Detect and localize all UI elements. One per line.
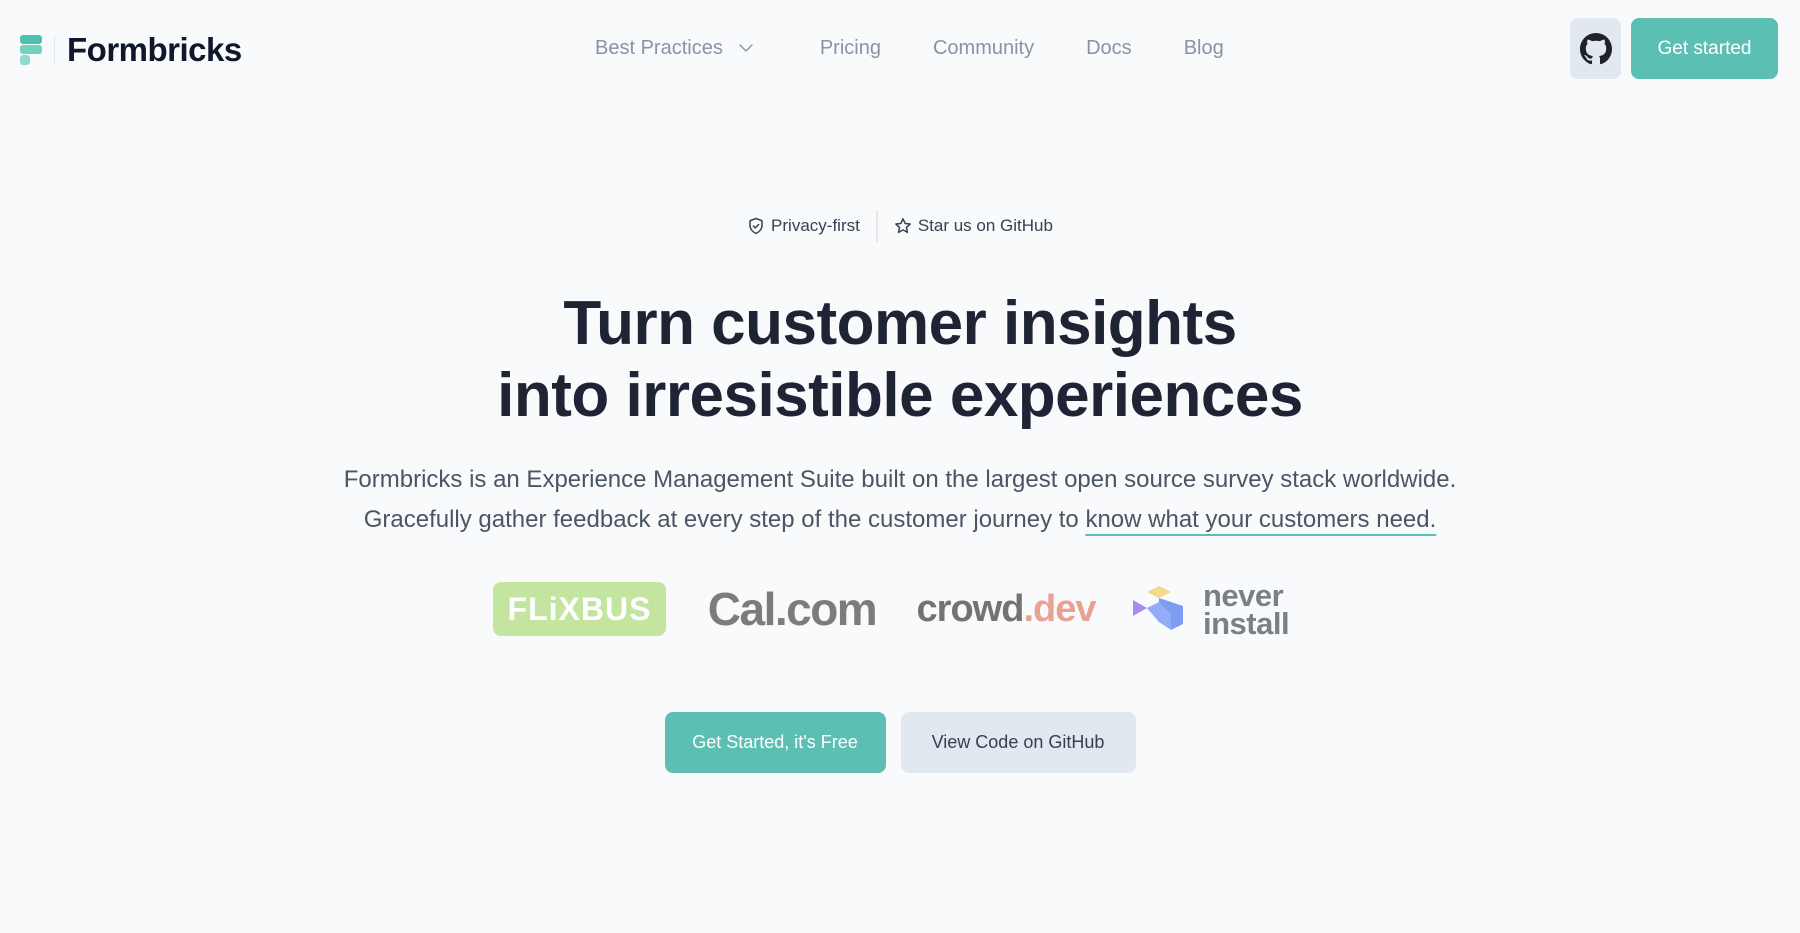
star-github-label: Star us on GitHub <box>917 216 1053 235</box>
headline-line-1: Turn customer insights <box>563 289 1237 358</box>
privacy-first-label: Privacy-first <box>771 216 860 235</box>
nav-item-blog[interactable]: Blog <box>1184 37 1224 60</box>
hero-subtitle: Formbricks is an Experience Management S… <box>0 460 1800 540</box>
neverinstall-logo-icon <box>1133 584 1187 636</box>
flixbus-logo: FLiXBUS <box>493 582 666 636</box>
nav-item-docs[interactable]: Docs <box>1086 37 1132 60</box>
star-icon <box>894 218 911 234</box>
badge-divider <box>875 210 878 242</box>
get-started-button[interactable]: Get started <box>1631 18 1778 79</box>
crowddev-logo: crowd .dev <box>916 580 1097 638</box>
neverinstall-logo-text: never install <box>1203 578 1307 642</box>
subtitle-line-2: Gracefully gather feedback at every step… <box>363 506 1086 533</box>
github-icon <box>1579 32 1612 64</box>
nav-item-best-practices[interactable]: Best Practices <box>595 37 755 60</box>
hero-headline: Turn customer insights into irresistible… <box>0 288 1800 432</box>
chevron-down-icon <box>739 44 753 52</box>
crowddev-logo-part2: .dev <box>1023 587 1096 630</box>
brand-name: Formbricks <box>67 31 242 68</box>
crowddev-logo-part1: crowd <box>916 587 1025 630</box>
privacy-first-badge[interactable]: Privacy-first <box>747 216 860 236</box>
customer-logos: FLiXBUS Cal.com crowd .dev never install <box>0 578 1800 644</box>
brand-divider <box>54 35 55 65</box>
calcom-logo: Cal.com <box>707 583 878 635</box>
subtitle-highlight: know what your customers need. <box>1085 506 1437 533</box>
site-header: Formbricks Best Practices Pricing Commun… <box>0 0 1800 100</box>
nav-item-community[interactable]: Community <box>933 37 1034 60</box>
star-github-badge[interactable]: Star us on GitHub <box>894 216 1053 236</box>
view-code-github-button[interactable]: View Code on GitHub <box>900 712 1136 773</box>
headline-line-2: into irresistible experiences <box>497 361 1303 430</box>
nav-item-pricing[interactable]: Pricing <box>820 37 881 60</box>
neverinstall-line-2: install <box>1203 606 1290 641</box>
hero-badges: Privacy-first Star us on GitHub <box>0 208 1800 244</box>
main-nav: Best Practices Pricing Community Docs Bl… <box>595 30 1224 66</box>
subtitle-line-1: Formbricks is an Experience Management S… <box>343 466 1457 493</box>
github-button[interactable] <box>1570 18 1621 79</box>
formbricks-logo-icon <box>20 35 42 65</box>
hero-cta-row: Get Started, it's Free View Code on GitH… <box>0 712 1800 773</box>
brand-link[interactable]: Formbricks <box>20 30 242 70</box>
get-started-free-button[interactable]: Get Started, it's Free <box>664 712 886 773</box>
nav-item-label: Best Practices <box>595 36 723 59</box>
shield-check-icon <box>749 217 763 235</box>
